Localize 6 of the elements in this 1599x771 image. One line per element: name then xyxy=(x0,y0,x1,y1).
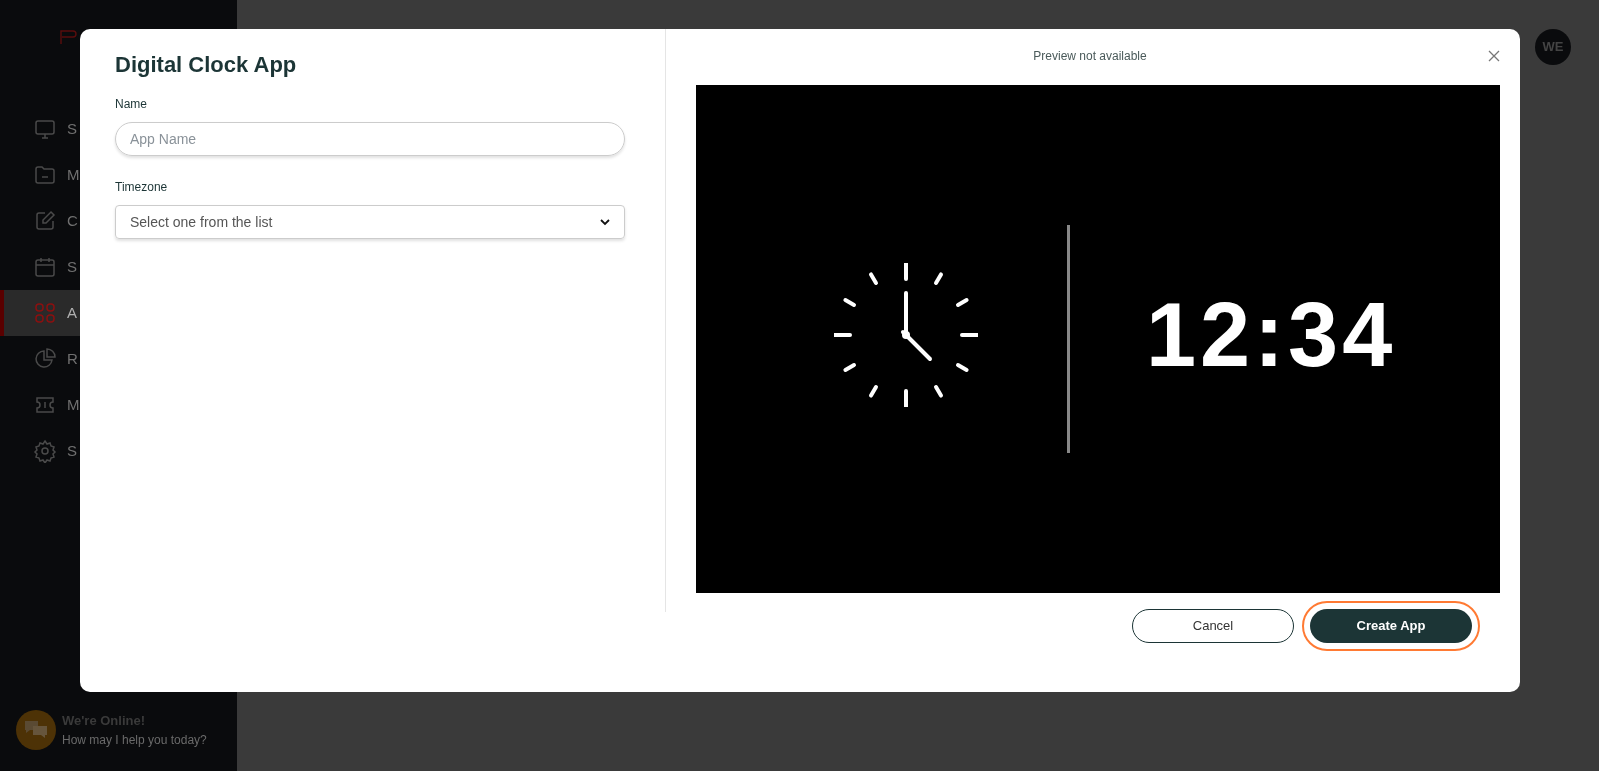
chat-subtitle: How may I help you today? xyxy=(62,731,207,749)
digital-time: 12:34 xyxy=(1146,290,1397,380)
preview-note: Preview not available xyxy=(1033,48,1147,65)
dialog-title: Digital Clock App xyxy=(115,51,298,79)
field-label: Timezone xyxy=(115,179,169,196)
field-label: Name xyxy=(115,96,148,113)
